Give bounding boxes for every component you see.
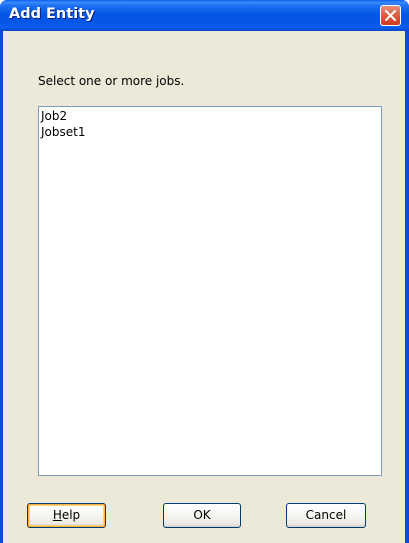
add-entity-dialog: Add Entity Select one or more jobs. Job2… (0, 0, 409, 543)
jobs-list[interactable]: Job2 Jobset1 (38, 106, 382, 476)
title-bar[interactable]: Add Entity (0, 0, 409, 31)
close-button[interactable] (380, 5, 401, 26)
cancel-button[interactable]: Cancel (286, 503, 366, 528)
dialog-body: Select one or more jobs. Job2 Jobset1 He… (3, 31, 405, 543)
list-item-job2[interactable]: Job2 (41, 108, 67, 124)
help-label: elp (61, 508, 81, 522)
list-item-jobset1[interactable]: Jobset1 (41, 124, 85, 140)
close-icon (385, 10, 396, 21)
instruction-label: Select one or more jobs. (38, 74, 185, 88)
help-mnemonic: H (52, 508, 62, 522)
ok-button[interactable]: OK (163, 503, 241, 528)
help-button[interactable]: Help (27, 503, 106, 528)
window-title: Add Entity (9, 6, 95, 22)
